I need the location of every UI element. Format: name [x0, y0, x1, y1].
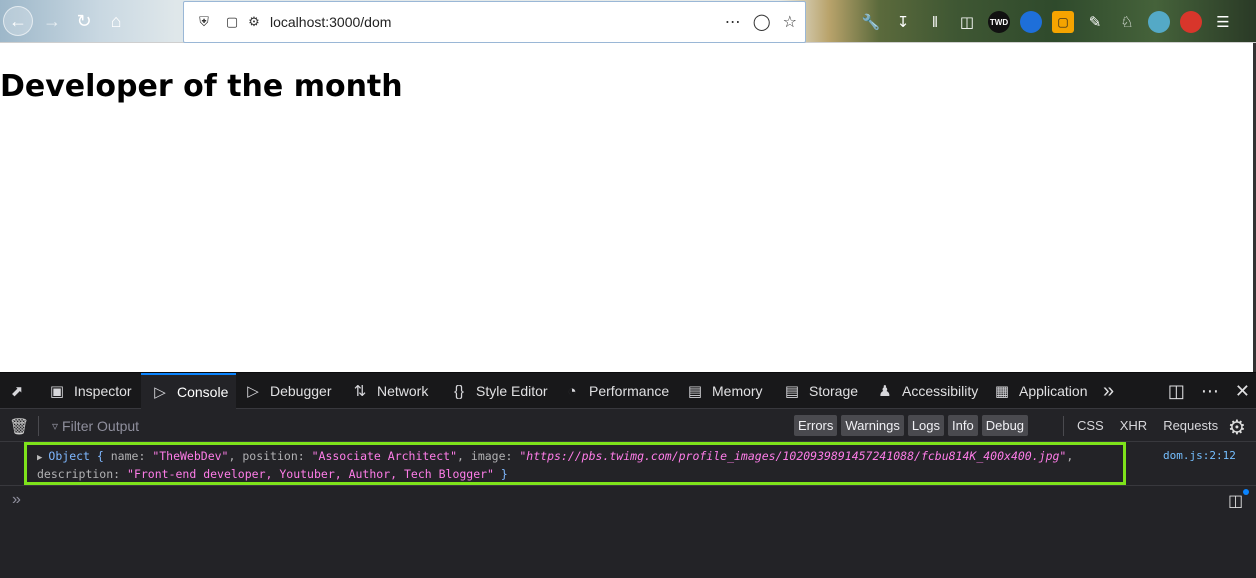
globe-extension-icon[interactable] [1148, 11, 1170, 33]
forward-button[interactable]: → [37, 6, 67, 36]
application-icon: ▦ [994, 383, 1010, 400]
notification-dot [1243, 489, 1249, 495]
tab-memory[interactable]: ▤ Memory [686, 373, 763, 409]
tab-inspector[interactable]: ▣ Inspector [48, 373, 132, 409]
page-title: Developer of the month [0, 69, 403, 104]
storage-icon: ▤ [784, 383, 800, 400]
notes-icon[interactable]: ✎ [1084, 11, 1106, 33]
page-icon[interactable]: ▢ [224, 14, 240, 30]
filter-requests[interactable]: Requests [1163, 418, 1218, 433]
filter-logs[interactable]: Logs [907, 415, 945, 436]
split-console-icon[interactable]: ◫ [1228, 491, 1243, 511]
back-button[interactable]: ← [3, 6, 33, 36]
tab-storage[interactable]: ▤ Storage [783, 373, 858, 409]
filter-warnings[interactable]: Warnings [841, 415, 904, 436]
tab-application[interactable]: ▦ Application [993, 373, 1088, 409]
style-editor-icon: {} [453, 382, 465, 400]
wrench-icon[interactable]: 🔧 [860, 11, 882, 33]
divider [0, 485, 1256, 486]
twd-extension-icon[interactable]: TWD [988, 11, 1010, 33]
performance-icon: ◔ [567, 382, 577, 400]
permissions-icon[interactable]: ⚙ [246, 14, 262, 30]
url-text[interactable]: localhost:3000/dom [270, 14, 391, 30]
tab-style-editor[interactable]: {} Style Editor [450, 373, 548, 409]
console-toolbar: 🗑 ▿ Filter Output Errors Warnings Logs I… [0, 410, 1256, 442]
element-picker-button[interactable]: ⬈ [8, 373, 34, 409]
gnu-icon[interactable]: ♘ [1116, 11, 1138, 33]
filter-xhr[interactable]: XHR [1120, 418, 1147, 433]
arrow-right-icon: → [43, 10, 61, 31]
inspector-icon: ▣ [49, 383, 65, 400]
sidebar-icon[interactable]: ◫ [956, 11, 978, 33]
divider [38, 416, 39, 436]
devtools-menu-icon[interactable]: ⋯ [1201, 381, 1219, 402]
accessibility-icon: ♟ [878, 383, 892, 400]
download-icon[interactable]: ↧ [892, 11, 914, 33]
url-bar[interactable]: ⛨ ▢ ⚙ localhost:3000/dom ⋯ ◯ ☆ [183, 1, 806, 43]
trash-icon[interactable]: 🗑 [9, 417, 29, 437]
network-icon: ⇅ [353, 383, 367, 400]
bookmark-star-icon[interactable]: ☆ [783, 12, 797, 32]
filter-css[interactable]: CSS [1077, 418, 1104, 433]
reload-button[interactable]: ↻ [69, 6, 99, 36]
source-link[interactable]: dom.js:2:12 [1163, 449, 1236, 462]
home-button[interactable]: ⌂ [101, 6, 131, 36]
element-picker-icon: ⬈ [10, 383, 24, 400]
tab-debugger[interactable]: ▷ Debugger [244, 373, 331, 409]
console-input-prompt[interactable]: » [12, 491, 21, 509]
close-icon[interactable]: ✕ [1235, 381, 1250, 402]
reload-icon: ↻ [76, 10, 92, 31]
arrow-left-icon: ← [9, 10, 27, 31]
chevrons-right-icon: » [1103, 379, 1115, 402]
devtools-tabbar: ⬈ ▣ Inspector ▷ Console ▷ Debugger ⇅ Network… [0, 373, 1256, 409]
shield-icon[interactable]: ⛨ [196, 14, 212, 30]
request-filters: CSS XHR Requests [1077, 418, 1218, 433]
filter-debug[interactable]: Debug [981, 415, 1029, 436]
filter-icon: ▿ [52, 419, 59, 433]
memory-icon: ▤ [687, 383, 703, 400]
more-tools-button[interactable]: » [1103, 373, 1114, 409]
image-url-link[interactable]: "https://pbs.twimg.com/profile_images/10… [519, 449, 1066, 463]
tab-network[interactable]: ⇅ Network [351, 373, 429, 409]
library-icon[interactable]: ‖ [924, 11, 946, 33]
pocket-icon[interactable]: ◯ [753, 12, 771, 32]
debugger-icon: ▷ [247, 383, 259, 400]
tab-performance[interactable]: ◔ Performance [563, 373, 669, 409]
dock-side-icon[interactable]: ◫ [1168, 381, 1185, 402]
red-extension-icon[interactable] [1180, 11, 1202, 33]
orange-extension-icon[interactable]: ▢ [1052, 11, 1074, 33]
log-level-filters: Errors Warnings Logs Info Debug [794, 415, 1029, 436]
menu-icon[interactable]: ☰ [1212, 11, 1234, 33]
divider [1063, 416, 1064, 436]
more-actions-icon[interactable]: ⋯ [725, 12, 741, 32]
filter-errors[interactable]: Errors [794, 415, 838, 436]
gear-icon[interactable]: ⚙ [1228, 415, 1246, 440]
tab-console[interactable]: ▷ Console [141, 373, 236, 409]
expand-triangle-icon[interactable]: ▶ [37, 453, 42, 463]
toolbar-icons: 🔧 ↧ ‖ ◫ TWD ▢ ✎ ♘ ☰ [860, 9, 1234, 35]
blue-extension-icon[interactable] [1020, 11, 1042, 33]
console-log-entry[interactable]: ▶ Object { name: "TheWebDev", position: "… [24, 442, 1126, 485]
tab-accessibility[interactable]: ♟ Accessibility [876, 373, 978, 409]
devtools-panel: ⬈ ▣ Inspector ▷ Console ▷ Debugger ⇅ Network… [0, 372, 1256, 578]
filter-output-input[interactable]: ▿ Filter Output [52, 418, 139, 434]
filter-info[interactable]: Info [948, 415, 978, 436]
browser-toolbar: ← → ↻ ⌂ ⛨ ▢ ⚙ localhost:3000/dom ⋯ ◯ ☆ 🔧… [0, 0, 1256, 43]
home-icon: ⌂ [110, 10, 122, 31]
console-icon: ▷ [154, 384, 166, 401]
